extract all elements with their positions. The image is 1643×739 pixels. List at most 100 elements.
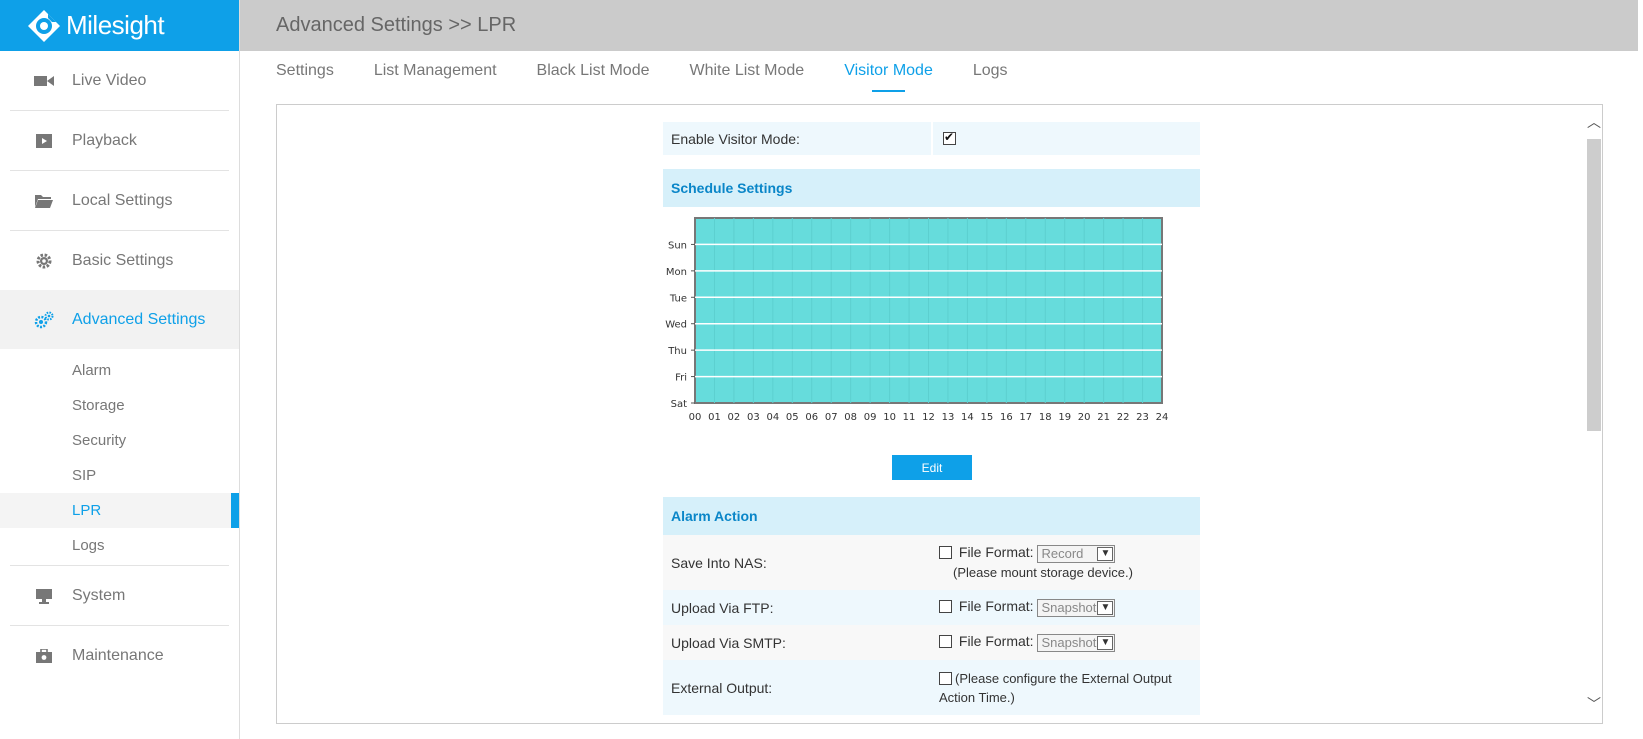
ftp-format-select[interactable]: Snapshot ▼	[1037, 598, 1116, 617]
hour-label: 02	[728, 412, 741, 423]
scroll-thumb[interactable]	[1587, 139, 1601, 431]
hour-label: 05	[786, 412, 799, 423]
nav-label: Maintenance	[72, 646, 164, 664]
hour-label: 03	[747, 412, 760, 423]
alarm-action-title: Alarm Action	[663, 497, 1200, 535]
enable-visitor-label: Enable Visitor Mode:	[671, 130, 800, 147]
day-label: Thu	[667, 346, 687, 357]
external-output-checkbox[interactable]	[939, 671, 952, 685]
nav-live-video[interactable]: Live Video	[0, 51, 239, 110]
hour-label: 20	[1078, 412, 1091, 423]
hour-label: 24	[1156, 412, 1169, 423]
sub-item-logs[interactable]: Logs	[0, 528, 239, 563]
smtp-format-select[interactable]: Snapshot ▼	[1037, 633, 1116, 652]
nav-label: Basic Settings	[72, 251, 174, 269]
upload-smtp-label: Upload Via SMTP:	[671, 634, 786, 651]
sub-item-lpr[interactable]: LPR	[0, 493, 239, 528]
day-label: Sat	[671, 399, 687, 410]
chevron-down-icon: ▼	[1097, 600, 1114, 615]
tab-visitor-mode[interactable]: Visitor Mode	[844, 62, 933, 92]
gears-icon	[34, 310, 54, 330]
gear-icon	[34, 251, 54, 271]
save-nas-label: Save Into NAS:	[671, 554, 767, 571]
hour-label: 04	[766, 412, 779, 423]
breadcrumb: Advanced Settings >> LPR	[276, 14, 517, 36]
toolbox-icon	[34, 646, 54, 666]
hour-label: 11	[903, 412, 916, 423]
file-format-label: File Format:	[958, 544, 1034, 561]
hour-label: 16	[1000, 412, 1013, 423]
enable-visitor-checkbox[interactable]	[943, 130, 956, 145]
hour-label: 00	[689, 412, 702, 423]
upload-ftp-checkbox[interactable]	[939, 600, 952, 614]
nav-basic-settings[interactable]: Basic Settings	[0, 231, 239, 290]
hour-label: 07	[825, 412, 838, 423]
chevron-down-icon: ▼	[1097, 546, 1114, 561]
day-label: Fri	[675, 373, 687, 384]
chevron-up-icon[interactable]: ︿	[1587, 115, 1601, 129]
tab-list-management[interactable]: List Management	[374, 62, 497, 90]
hour-label: 21	[1097, 412, 1110, 423]
nav-playback[interactable]: Playback	[0, 111, 239, 170]
file-format-label: File Format:	[958, 598, 1034, 615]
upload-smtp-checkbox[interactable]	[939, 635, 952, 649]
nav-label: Live Video	[72, 71, 147, 89]
video-camera-icon	[34, 71, 54, 91]
hour-label: 17	[1019, 412, 1032, 423]
sub-item-alarm[interactable]: Alarm	[0, 353, 239, 388]
hour-label: 10	[883, 412, 896, 423]
brand-name: Milesight	[66, 10, 165, 40]
upload-ftp-label: Upload Via FTP:	[671, 599, 774, 616]
nav-label: Advanced Settings	[72, 310, 206, 328]
schedule-settings-title: Schedule Settings	[663, 169, 1200, 207]
schedule-grid[interactable]: Sun Mon Tue Wed Thu Fri Sat00 01 02 03 04 05 06 07 08 0…	[663, 217, 1200, 457]
external-output-note: (Please configure the External Output Ac…	[939, 670, 1172, 705]
tab-white-list-mode[interactable]: White List Mode	[689, 62, 804, 90]
day-label: Tue	[669, 293, 687, 304]
external-output-label: External Output:	[671, 679, 773, 696]
nav-system[interactable]: System	[0, 566, 239, 625]
nav-local-settings[interactable]: Local Settings	[0, 171, 239, 230]
brand-logo[interactable]: Milesight	[0, 0, 239, 51]
tab-logs[interactable]: Logs	[973, 62, 1008, 90]
chevron-down-icon: ▼	[1097, 635, 1114, 650]
save-nas-checkbox[interactable]	[939, 546, 952, 560]
nas-note: (Please mount storage device.)	[953, 564, 1133, 580]
tab-black-list-mode[interactable]: Black List Mode	[537, 62, 650, 90]
hour-label: 06	[805, 412, 818, 423]
sub-item-security[interactable]: Security	[0, 423, 239, 458]
folder-icon	[34, 191, 54, 211]
day-label: Wed	[665, 320, 687, 331]
visitor-mode-form: Enable Visitor Mode: Schedule Settings S…	[663, 122, 1200, 715]
day-label: Sun	[668, 240, 687, 251]
hour-label: 14	[961, 412, 974, 423]
upload-ftp-row: Upload Via FTP: File Format: Snapshot ▼	[663, 590, 1200, 625]
enable-visitor-row: Enable Visitor Mode:	[663, 122, 1200, 155]
nav-advanced-settings[interactable]: Advanced Settings	[0, 290, 239, 349]
nav-maintenance[interactable]: Maintenance	[0, 626, 239, 685]
hour-label: 18	[1039, 412, 1052, 423]
schedule-area: Sun Mon Tue Wed Thu Fri Sat 00 01 02 03 04 05 06 07 08 0…	[663, 207, 1200, 480]
tab-settings[interactable]: Settings	[276, 62, 334, 90]
hour-label: 08	[844, 412, 857, 423]
edit-schedule-button[interactable]: Edit	[892, 455, 972, 480]
day-label: Mon	[666, 267, 687, 278]
milesight-logo-icon	[28, 9, 60, 42]
file-format-label: File Format:	[958, 633, 1034, 650]
sub-item-sip[interactable]: SIP	[0, 458, 239, 493]
upload-smtp-row: Upload Via SMTP: File Format: Snapshot ▼	[663, 625, 1200, 660]
nav-label: Playback	[72, 131, 137, 149]
content-panel: Enable Visitor Mode: Schedule Settings S…	[276, 104, 1603, 724]
hour-label: 23	[1136, 412, 1149, 423]
nas-format-select[interactable]: Record ▼	[1037, 544, 1116, 563]
chevron-down-icon[interactable]: ﹀	[1587, 697, 1601, 711]
hour-label: 22	[1117, 412, 1130, 423]
sub-item-storage[interactable]: Storage	[0, 388, 239, 423]
hour-label: 19	[1058, 412, 1071, 423]
hour-label: 13	[942, 412, 955, 423]
vertical-scrollbar[interactable]: ︿ ﹀	[1586, 105, 1602, 723]
hour-label: 12	[922, 412, 935, 423]
nav-label: System	[72, 586, 126, 604]
hour-label: 01	[708, 412, 721, 423]
play-icon	[34, 131, 54, 151]
